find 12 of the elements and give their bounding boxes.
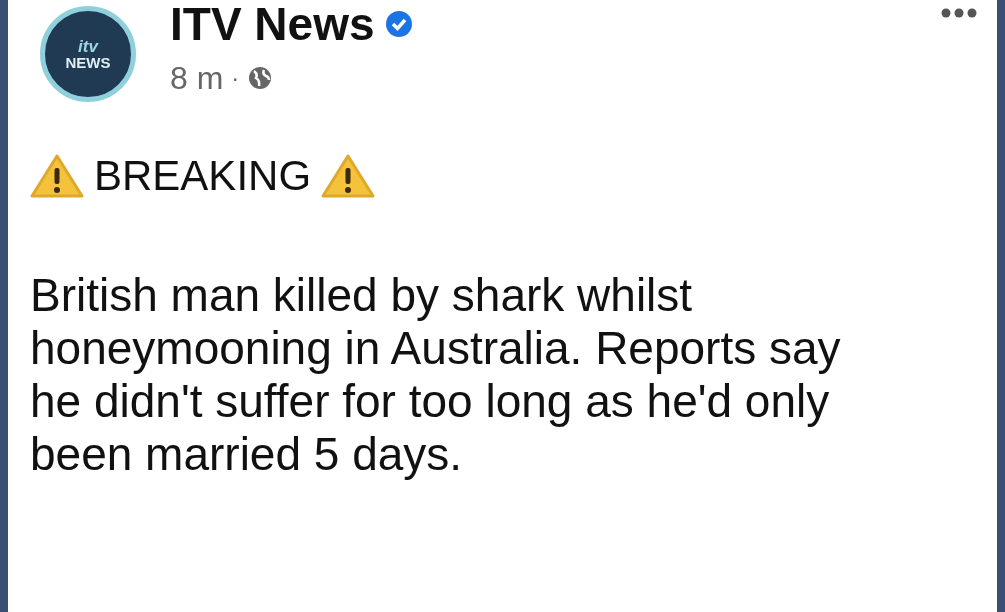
warning-icon xyxy=(321,152,376,199)
more-options-icon[interactable] xyxy=(941,8,977,18)
headline: BREAKING xyxy=(94,151,312,201)
separator-dot: · xyxy=(231,63,240,93)
warning-icon xyxy=(30,152,84,199)
logo-text: itv xyxy=(78,38,98,55)
avatar[interactable]: itv NEWS xyxy=(40,6,136,102)
globe-icon[interactable] xyxy=(247,65,274,91)
post-time[interactable]: 8 m xyxy=(170,54,224,102)
post-text: British man killed by shark whilst honeymooning in Australia. Reports say he didn't suffer for too long as he'd only been married 5 days. xyxy=(30,269,842,481)
logo-text: NEWS xyxy=(65,55,111,70)
author-name[interactable]: ITV News xyxy=(170,0,375,56)
